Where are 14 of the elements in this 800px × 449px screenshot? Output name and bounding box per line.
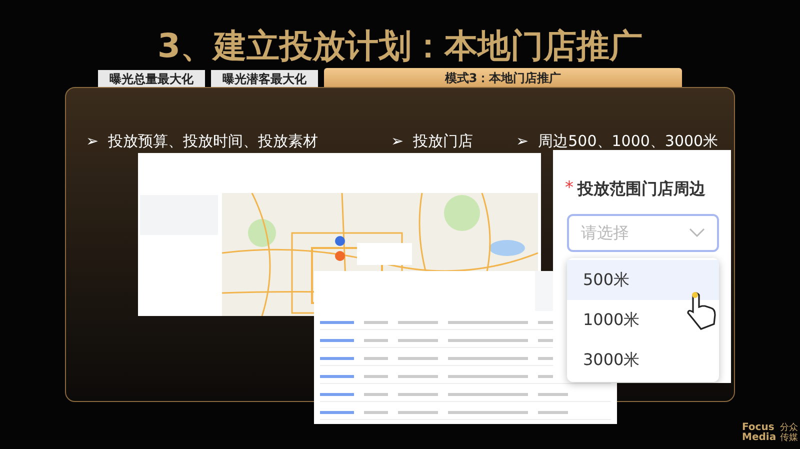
- dropdown-option[interactable]: 500米: [567, 260, 719, 300]
- chevron-down-icon: [689, 228, 705, 238]
- brand-logo: Focus Media 分众 传媒: [742, 423, 798, 443]
- dropdown-option[interactable]: 3000米: [567, 340, 719, 380]
- required-mark: *: [565, 177, 574, 200]
- slide-title: 3、建立投放计划：本地门店推广: [158, 26, 642, 66]
- bullet-text: ➢ 投放门店: [391, 131, 474, 152]
- bullet-text: ➢ 周边500、1000、3000米: [516, 131, 718, 152]
- mode-tab[interactable]: 曝光潜客最大化: [211, 70, 318, 87]
- mode-tab[interactable]: 模式3：本地门店推广: [324, 68, 682, 87]
- mode-tab[interactable]: 曝光总量最大化: [98, 70, 205, 87]
- field-label: 投放范围门店周边: [578, 178, 706, 200]
- bullet-text: ➢ 投放预算、投放时间、投放素材: [86, 131, 320, 152]
- dropdown-option[interactable]: 1000米: [567, 300, 719, 340]
